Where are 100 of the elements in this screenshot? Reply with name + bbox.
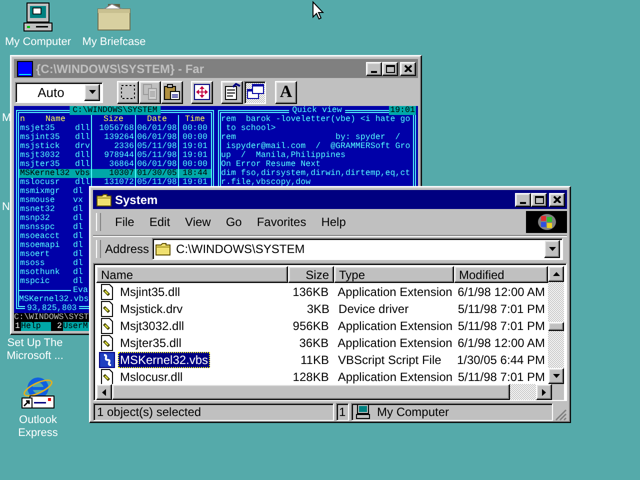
close-button[interactable] bbox=[549, 192, 565, 206]
right-arrow-icon bbox=[542, 388, 546, 396]
file-row[interactable]: msnp32 dl bbox=[19, 214, 89, 223]
close-icon bbox=[404, 65, 412, 72]
key-number: 1 bbox=[14, 322, 21, 331]
menu-item[interactable]: View bbox=[177, 215, 218, 229]
file-name: msmixmgr bbox=[20, 187, 61, 196]
file-row[interactable]: msoeacct dl bbox=[19, 232, 89, 241]
file-row[interactable]: mspcic dl bbox=[19, 277, 89, 286]
file-date: 05/11/98 bbox=[137, 142, 177, 151]
file-name: msnsspc bbox=[20, 223, 56, 232]
file-content-line: ispyder@mail.com / @GRAMMERSoft Gro bbox=[224, 142, 412, 151]
file-content-line: dim fso,dirsystem,dirwin,dirtemp,eq,ct bbox=[221, 169, 412, 178]
column-header: Name bbox=[44, 115, 66, 124]
file-name: MSKernel32 bbox=[20, 169, 71, 178]
menu-item[interactable]: File bbox=[107, 215, 142, 229]
file-row[interactable]: msmouse vx bbox=[19, 196, 89, 205]
windows-icon bbox=[246, 83, 264, 101]
computer-icon bbox=[22, 2, 54, 32]
file-row[interactable]: msnet32 dl bbox=[19, 205, 89, 214]
file-row[interactable]: msjint35 dll 139264 06/01/98 00:00 bbox=[19, 133, 211, 142]
file-extension: dl bbox=[73, 223, 84, 232]
file-type: Application Extension bbox=[338, 336, 452, 350]
file-name[interactable]: Msjstick.drv bbox=[118, 300, 185, 316]
panel-info: Eva bbox=[73, 286, 88, 295]
file-type: Application Extension bbox=[338, 284, 452, 298]
scroll-left-button[interactable] bbox=[96, 384, 112, 400]
file-name[interactable]: Msjint35.dll bbox=[118, 284, 182, 300]
minimize-icon bbox=[520, 202, 526, 204]
menu-item[interactable]: Help bbox=[313, 215, 353, 229]
file-name: msjint35 bbox=[20, 133, 61, 142]
file-row[interactable]: msoemapi dl bbox=[19, 241, 89, 250]
column-header[interactable]: Type bbox=[334, 266, 454, 283]
key-label[interactable]: Help bbox=[20, 322, 51, 331]
file-row[interactable]: msoss dl bbox=[19, 259, 89, 268]
panel-path: C:\WINDOWS\SYSTEM bbox=[70, 106, 160, 115]
file-time: 00:00 bbox=[182, 133, 208, 142]
file-time: 00:00 bbox=[182, 124, 208, 133]
file-content-line: rem by: spyder / bbox=[221, 133, 402, 142]
file-size: 978944 bbox=[104, 151, 134, 160]
file-extension: dll bbox=[75, 133, 91, 142]
column-header[interactable]: Modified bbox=[454, 266, 548, 283]
file-content-line: up / Manila,Philippines bbox=[221, 151, 346, 160]
mode-dropdown[interactable]: Auto bbox=[15, 82, 103, 102]
file-row[interactable]: msoert dl bbox=[19, 250, 89, 259]
file-name: msjstick bbox=[20, 142, 61, 151]
scroll-down-button[interactable] bbox=[548, 368, 564, 384]
file-size: 136KB bbox=[292, 284, 329, 298]
menu-item[interactable]: Go bbox=[218, 215, 249, 229]
scroll-thumb[interactable] bbox=[548, 322, 564, 331]
file-row[interactable]: msnsspc dl bbox=[19, 223, 89, 232]
file-row[interactable]: msjstick drv 2336 05/11/98 19:01 bbox=[19, 142, 211, 151]
mail-shortcut-icon bbox=[20, 376, 56, 410]
file-name[interactable]: Mslocusr.dll bbox=[118, 368, 185, 384]
computer-icon bbox=[355, 404, 371, 420]
file-name[interactable]: Msjter35.dll bbox=[118, 334, 184, 350]
file-row[interactable]: msjt3032 dll 978944 05/11/98 19:01 bbox=[19, 151, 211, 160]
toolbar-button[interactable]: A bbox=[275, 80, 297, 104]
minimize-icon bbox=[371, 70, 377, 72]
file-row[interactable]: msjet35 dll 1056768 06/01/98 00:00 bbox=[19, 124, 211, 133]
file-extension: vx bbox=[73, 196, 84, 205]
file-size: 131072 bbox=[104, 178, 134, 187]
file-date: 06/01/98 bbox=[137, 124, 177, 133]
file-size: 11KB bbox=[300, 352, 329, 366]
menu-item[interactable]: Edit bbox=[141, 215, 178, 229]
column-header: Date bbox=[147, 115, 167, 124]
file-row[interactable]: msothunk dl bbox=[19, 268, 89, 277]
toolbar-button[interactable] bbox=[244, 80, 266, 104]
address-field[interactable]: C:\WINDOWS\SYSTEM bbox=[152, 238, 563, 260]
file-row[interactable]: MSKernel32 vbs 10307 01/30/05 18:44 bbox=[19, 169, 211, 178]
dropdown-button[interactable] bbox=[544, 240, 560, 258]
file-name[interactable]: Msjt3032.dll bbox=[118, 318, 186, 334]
file-name: msothunk bbox=[20, 268, 61, 277]
menu-item[interactable]: Favorites bbox=[248, 215, 314, 229]
file-name: msnp32 bbox=[20, 214, 51, 223]
column-header[interactable]: Name bbox=[96, 266, 288, 283]
scroll-up-button[interactable] bbox=[548, 266, 564, 282]
file-modified: 5/11/98 7:01 PM bbox=[458, 302, 545, 316]
left-arrow-icon bbox=[102, 388, 106, 396]
file-size: 956KB bbox=[292, 318, 329, 332]
scroll-right-button[interactable] bbox=[536, 384, 552, 400]
minimize-button[interactable] bbox=[515, 192, 531, 206]
file-modified: 5/11/98 7:01 PM bbox=[458, 370, 545, 384]
file-modified: 6/1/98 12:00 AM bbox=[458, 284, 545, 298]
file-name: msnet32 bbox=[20, 205, 56, 214]
dropdown-button[interactable] bbox=[84, 84, 100, 100]
clock: 19:01 bbox=[389, 106, 416, 115]
maximize-icon bbox=[534, 196, 544, 204]
column-header[interactable]: Size bbox=[288, 266, 334, 283]
file-size: 36864 bbox=[109, 160, 134, 169]
file-name[interactable]: MSKernel32.vbs bbox=[118, 352, 210, 368]
file-extension: dl bbox=[73, 205, 84, 214]
maximize-button[interactable] bbox=[531, 192, 547, 206]
selection-icon bbox=[119, 83, 137, 101]
zone-name: My Computer bbox=[377, 405, 450, 419]
caret-icon bbox=[548, 247, 556, 251]
file-extension: dll bbox=[75, 178, 91, 187]
file-type: Application Extension bbox=[338, 370, 453, 384]
file-size: 128KB bbox=[292, 370, 329, 384]
file-row[interactable]: msmixmgr dl bbox=[19, 187, 89, 196]
